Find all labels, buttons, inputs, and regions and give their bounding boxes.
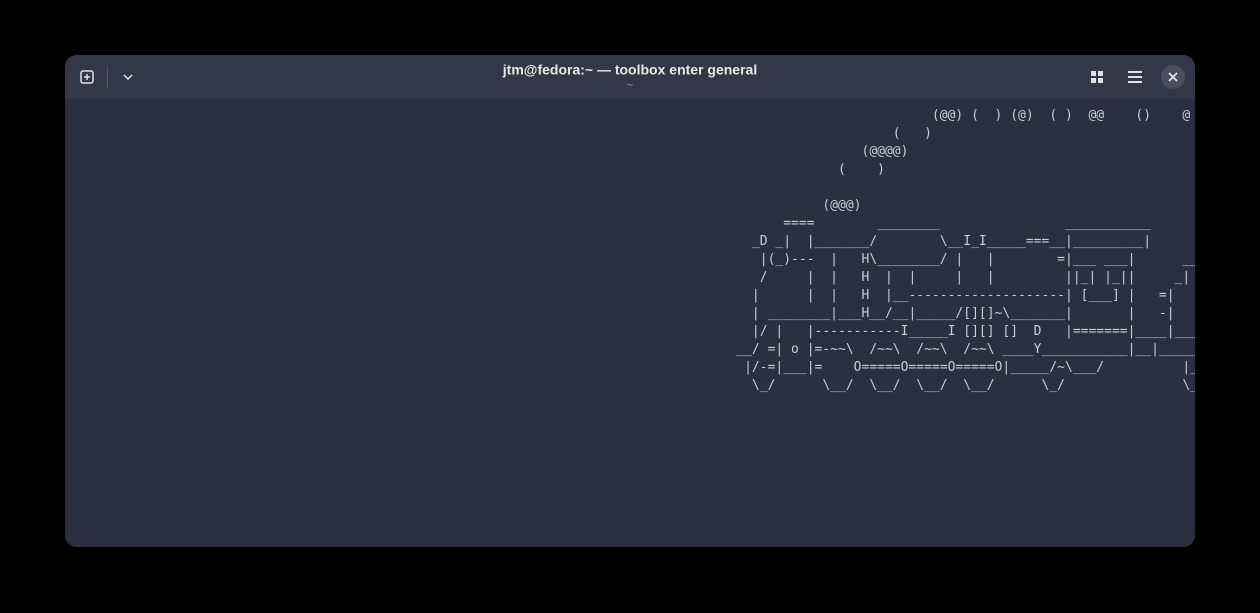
- window-title: jtm@fedora:~ — toolbox enter general: [503, 62, 757, 77]
- divider: [107, 66, 108, 88]
- close-button[interactable]: [1161, 65, 1185, 89]
- terminal-window: jtm@fedora:~ — toolbox enter general ~: [65, 55, 1195, 547]
- titlebar: jtm@fedora:~ — toolbox enter general ~: [65, 55, 1195, 99]
- titlebar-left: [75, 65, 140, 89]
- new-tab-icon: [79, 69, 95, 85]
- grid-icon: [1089, 69, 1105, 85]
- dropdown-button[interactable]: [116, 65, 140, 89]
- close-icon: [1168, 72, 1178, 82]
- hamburger-icon: [1127, 70, 1143, 84]
- titlebar-right: [1085, 65, 1185, 89]
- grid-button[interactable]: [1085, 65, 1109, 89]
- terminal-output[interactable]: (@@) ( ) (@) ( ) @@ () @ O ( ): [65, 99, 1195, 547]
- window-subtitle: ~: [503, 80, 757, 92]
- menu-button[interactable]: [1123, 65, 1147, 89]
- chevron-down-icon: [123, 74, 133, 80]
- title-area: jtm@fedora:~ — toolbox enter general ~: [503, 62, 757, 91]
- new-tab-button[interactable]: [75, 65, 99, 89]
